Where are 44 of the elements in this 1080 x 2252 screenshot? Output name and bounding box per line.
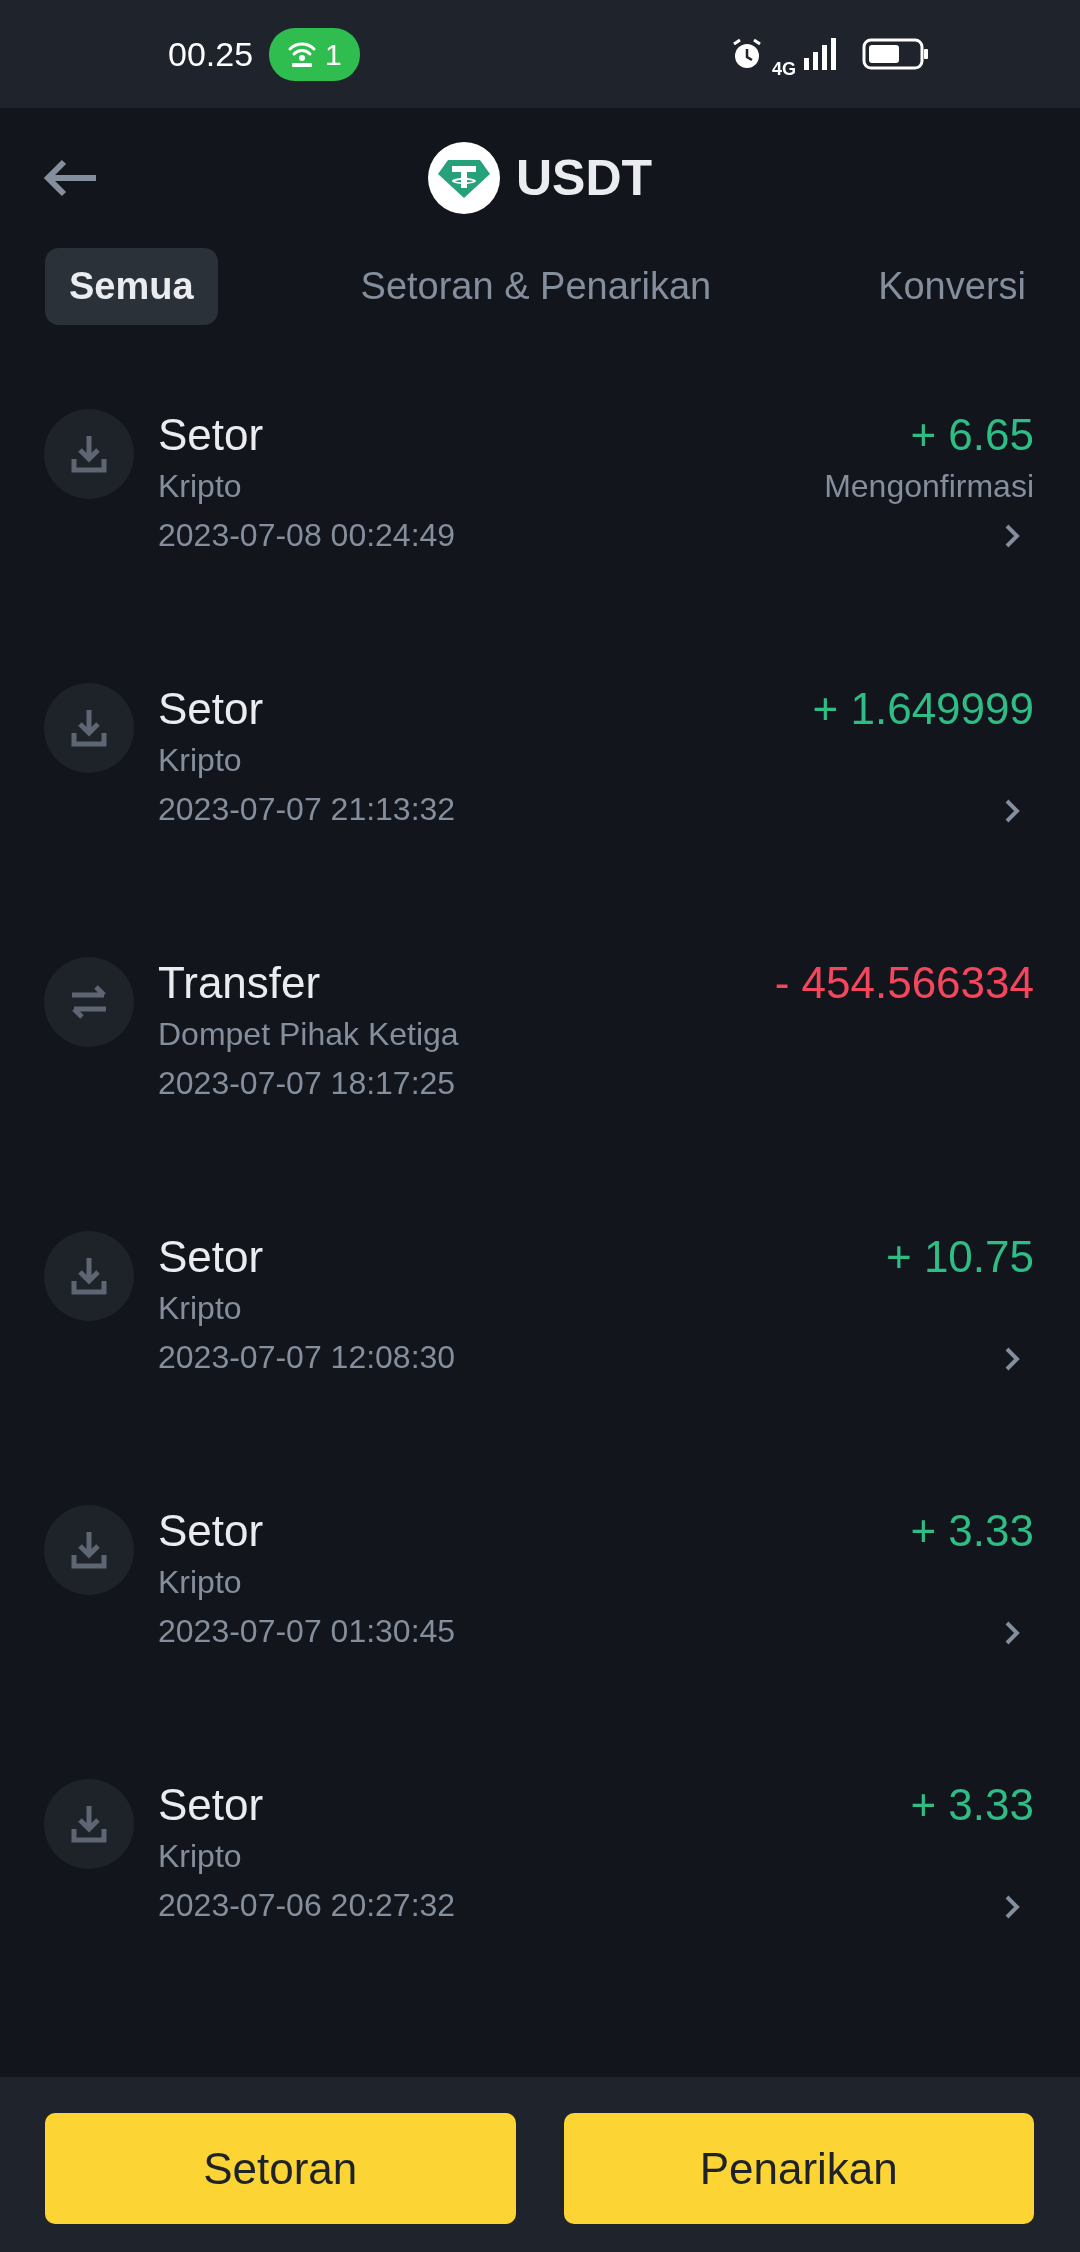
action-button[interactable]: Penarikan bbox=[563, 2113, 1034, 2224]
coin-logo-icon bbox=[427, 142, 500, 214]
hotspot-icon bbox=[287, 40, 318, 68]
chevron-right-icon[interactable] bbox=[1004, 1345, 1020, 1372]
chevron-right-icon[interactable] bbox=[1004, 797, 1020, 824]
transaction-amount: - 454.566334 bbox=[774, 957, 1034, 1009]
transaction-source: Kripto bbox=[158, 1836, 243, 1876]
filter-tab[interactable]: Semua bbox=[45, 248, 218, 325]
network-label: 4G bbox=[772, 57, 796, 81]
transaction-date: 2023-07-07 12:08:30 bbox=[158, 1338, 457, 1378]
transaction-type: Setor bbox=[158, 1779, 265, 1831]
transaction-type: Setor bbox=[158, 409, 265, 461]
transaction-date: 2023-07-08 00:24:49 bbox=[158, 516, 457, 556]
chevron-right-icon[interactable] bbox=[1004, 1893, 1020, 1920]
transaction-source: Kripto bbox=[158, 1288, 243, 1328]
transaction-date: 2023-07-07 21:13:32 bbox=[158, 790, 457, 830]
transaction-source: Dompet Pihak Ketiga bbox=[158, 1014, 460, 1054]
filter-tab[interactable]: Setoran & Penarikan bbox=[336, 248, 736, 325]
transaction-date: 2023-07-06 20:27:32 bbox=[158, 1886, 457, 1926]
transaction-amount: + 6.65 bbox=[910, 409, 1034, 461]
battery-icon bbox=[862, 38, 930, 70]
clock-time: 00.25 bbox=[168, 33, 254, 75]
chevron-right-icon[interactable] bbox=[1004, 1619, 1020, 1646]
transaction-type: Setor bbox=[158, 1231, 265, 1283]
transaction-type: Setor bbox=[158, 1505, 265, 1557]
transaction-amount: + 3.33 bbox=[910, 1779, 1034, 1831]
transaction-status: Mengonfirmasi bbox=[824, 466, 1034, 506]
transaction-date: 2023-07-07 18:17:25 bbox=[158, 1064, 457, 1104]
action-button[interactable]: Setoran bbox=[45, 2113, 516, 2224]
page-title: USDT bbox=[515, 148, 653, 208]
hotspot-badge: 1 bbox=[269, 27, 360, 81]
signal-icon bbox=[804, 38, 838, 70]
transaction-date: 2023-07-07 01:30:45 bbox=[158, 1612, 457, 1652]
transaction-amount: + 1.649999 bbox=[812, 683, 1034, 735]
filter-tab[interactable]: Konversi bbox=[854, 248, 1050, 325]
transaction-amount: + 3.33 bbox=[910, 1505, 1034, 1557]
transaction-amount: + 10.75 bbox=[885, 1231, 1034, 1283]
transaction-source: Kripto bbox=[158, 466, 243, 506]
transaction-type: Setor bbox=[158, 683, 265, 735]
transaction-type: Transfer bbox=[158, 957, 322, 1009]
transaction-source: Kripto bbox=[158, 1562, 243, 1602]
chevron-right-icon[interactable] bbox=[1004, 523, 1020, 550]
back-button[interactable] bbox=[42, 158, 98, 198]
transaction-source: Kripto bbox=[158, 740, 243, 780]
